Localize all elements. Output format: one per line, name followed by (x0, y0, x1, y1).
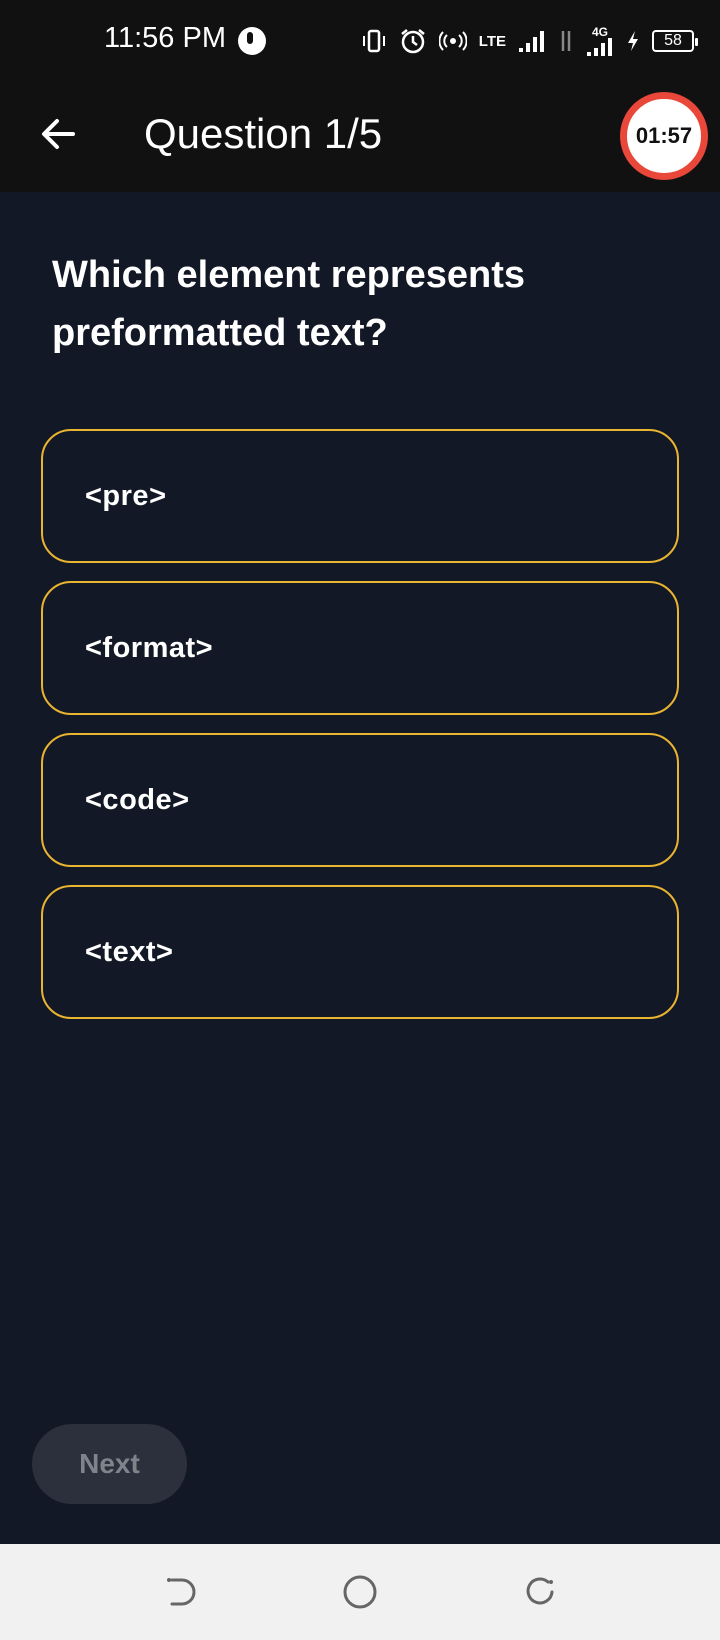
signal-icon (518, 29, 546, 53)
data-arrows-icon (558, 29, 574, 53)
battery-icon: 58 (652, 30, 698, 52)
volte-icon: LTE (478, 32, 506, 50)
nav-recents-button[interactable] (520, 1572, 560, 1612)
app-notification-icon (238, 27, 266, 55)
alarm-icon (399, 27, 427, 55)
page-title: Question 1/5 (144, 110, 383, 157)
status-bar: 11:56 PM LTE 4G 58 (0, 0, 720, 82)
answer-option[interactable]: <format> (41, 581, 679, 715)
vibrate-icon (361, 28, 387, 54)
status-time: 11:56 PM (104, 22, 226, 54)
question-text: Which element represents preformatted te… (52, 254, 526, 354)
nav-back-icon (167, 1578, 196, 1606)
app-bar: Question 1/5 01:57 (0, 82, 720, 192)
nav-recents-icon (526, 1577, 554, 1605)
answer-option[interactable]: <code> (41, 733, 679, 867)
system-nav-bar (0, 1544, 720, 1640)
signal-4g-icon: 4G (586, 26, 614, 56)
back-button[interactable] (30, 106, 86, 162)
nav-home-icon (343, 1575, 377, 1609)
next-button[interactable]: Next (32, 1424, 187, 1504)
status-icons: LTE 4G 58 (361, 24, 698, 58)
quiz-screen: 11:56 PM LTE 4G 58 Question 1/5 01:57 Wh… (0, 0, 720, 1640)
network-4g-label: 4G (591, 25, 608, 39)
countdown-timer: 01:57 (620, 92, 708, 180)
charging-icon (626, 30, 640, 52)
nav-back-button[interactable] (160, 1572, 200, 1612)
answer-option[interactable]: <text> (41, 885, 679, 1019)
nav-home-button[interactable] (340, 1572, 380, 1612)
answer-options: <pre> <format> <code> <text> (41, 429, 679, 1037)
answer-option[interactable]: <pre> (41, 429, 679, 563)
arrow-left-icon (42, 119, 75, 149)
hotspot-icon (438, 29, 467, 53)
